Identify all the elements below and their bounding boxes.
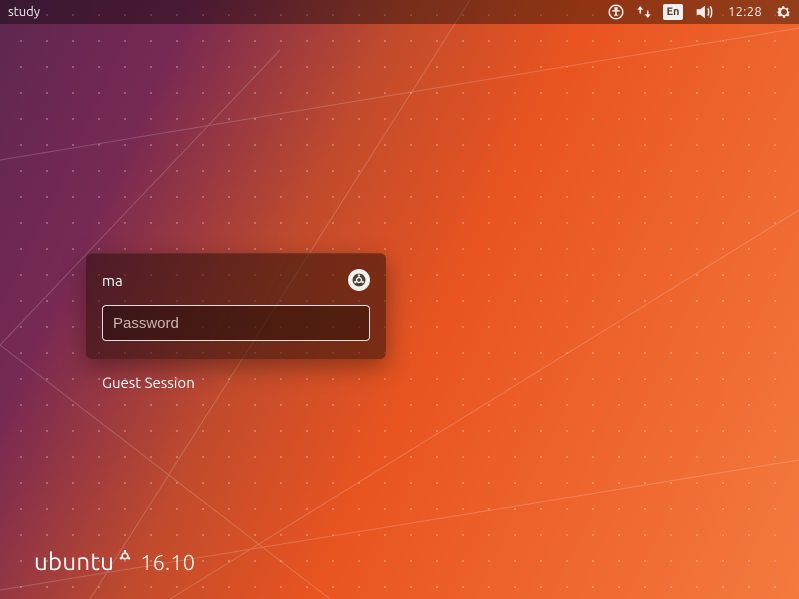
brand-name: ubuntu xyxy=(34,548,114,575)
hostname-label: study xyxy=(8,5,40,19)
clock[interactable]: 12:28 xyxy=(725,0,765,24)
settings-gear-icon[interactable] xyxy=(775,0,793,24)
network-icon[interactable] xyxy=(635,0,653,24)
login-box: ma xyxy=(86,253,386,359)
brand-version: 16.10 xyxy=(140,550,195,575)
indicator-area: En 12:28 xyxy=(607,0,793,24)
language-indicator[interactable]: En xyxy=(663,0,683,24)
ubuntu-cof-icon xyxy=(352,273,366,287)
volume-icon[interactable] xyxy=(693,0,715,24)
top-panel: study En 12:28 xyxy=(0,0,799,24)
session-selector[interactable] xyxy=(348,269,370,291)
language-label: En xyxy=(663,4,683,20)
accessibility-icon[interactable] xyxy=(607,0,625,24)
ubuntu-cof-icon xyxy=(118,549,132,563)
selected-username: ma xyxy=(102,272,123,289)
ubuntu-branding: ubuntu 16.10 xyxy=(34,548,195,575)
password-input[interactable] xyxy=(102,305,370,341)
guest-session[interactable]: Guest Session xyxy=(102,374,195,391)
